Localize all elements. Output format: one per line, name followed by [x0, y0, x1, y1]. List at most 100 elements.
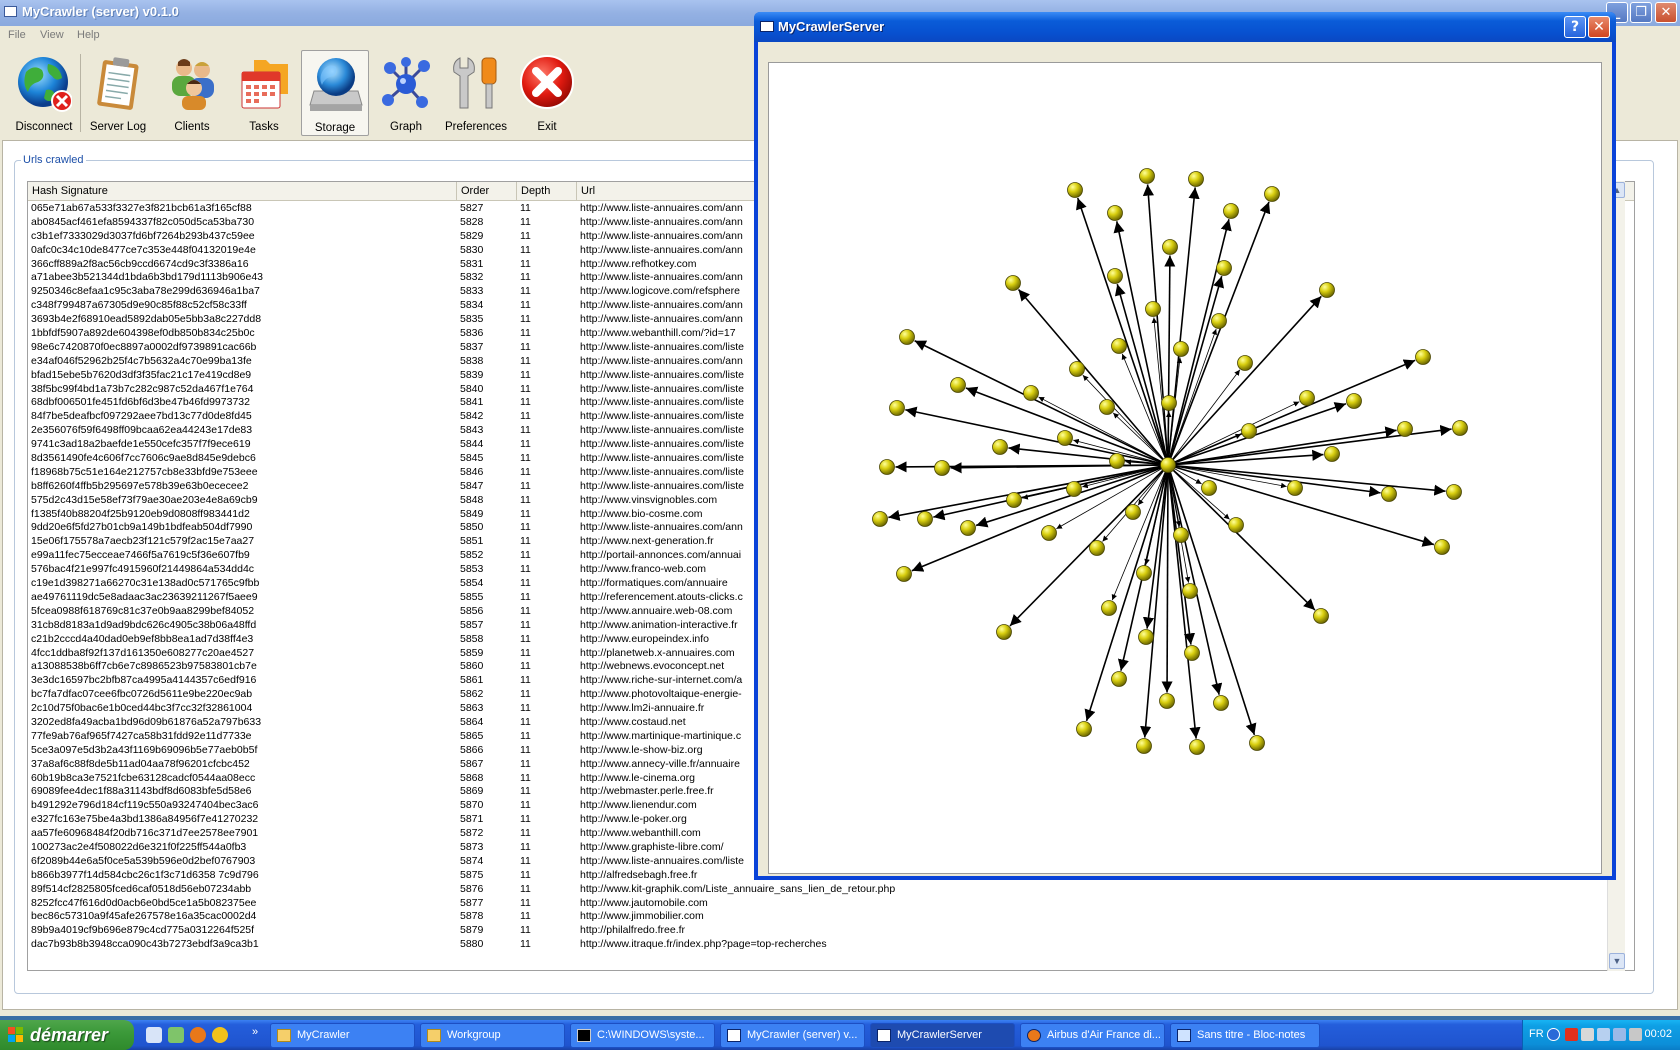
graph-node[interactable]: [1069, 361, 1085, 377]
graph-node[interactable]: [1397, 421, 1413, 437]
disconnect-button[interactable]: Disconnect: [10, 50, 78, 136]
storage-button[interactable]: Storage: [301, 50, 369, 136]
graph-node[interactable]: [1189, 739, 1205, 755]
graph-node[interactable]: [1249, 735, 1265, 751]
table-row[interactable]: dac7b93b8b3948cca090c43b7273ebdf3a9ca3b1…: [28, 938, 1608, 952]
graph-node[interactable]: [1434, 539, 1450, 555]
graph-node[interactable]: [1161, 395, 1177, 411]
graph-node[interactable]: [1125, 504, 1141, 520]
graph-node[interactable]: [1299, 390, 1315, 406]
graph-node[interactable]: [1138, 629, 1154, 645]
graph-node[interactable]: [1381, 486, 1397, 502]
graph-node[interactable]: [1066, 481, 1082, 497]
graph-node[interactable]: [1067, 182, 1083, 198]
server-log-button[interactable]: Server Log: [84, 50, 152, 136]
graph-node[interactable]: [1182, 583, 1198, 599]
column-header-depth[interactable]: Depth: [517, 182, 577, 201]
menu-view[interactable]: View: [40, 29, 64, 41]
graph-node[interactable]: [1237, 355, 1253, 371]
graph-node[interactable]: [1162, 239, 1178, 255]
graph-node[interactable]: [879, 459, 895, 475]
graph-canvas[interactable]: [768, 62, 1602, 874]
graph-node[interactable]: [1223, 203, 1239, 219]
graph-node[interactable]: [1452, 420, 1468, 436]
graph-node[interactable]: [896, 566, 912, 582]
column-header-order[interactable]: Order: [457, 182, 517, 201]
graph-node[interactable]: [1319, 282, 1335, 298]
graph-node[interactable]: [1111, 671, 1127, 687]
taskbar-button[interactable]: Workgroup: [420, 1023, 565, 1048]
taskbar-button[interactable]: MyCrawler (server) v...: [720, 1023, 865, 1048]
start-button[interactable]: démarrer: [0, 1020, 134, 1050]
graph-node[interactable]: [1211, 313, 1227, 329]
graph-node[interactable]: [1264, 186, 1280, 202]
menu-file[interactable]: File: [8, 29, 26, 41]
graph-node[interactable]: [1023, 385, 1039, 401]
graph-node[interactable]: [1324, 446, 1340, 462]
taskbar-button[interactable]: C:\WINDOWS\syste...: [570, 1023, 715, 1048]
graph-node[interactable]: [1107, 268, 1123, 284]
graph-node[interactable]: [1228, 517, 1244, 533]
table-row[interactable]: 89f514cf2825805fced6caf0518d56eb07234abb…: [28, 883, 1608, 897]
table-row[interactable]: 8252fcc47f616d0d0acb6e0bd5ce1a5b082375ee…: [28, 897, 1608, 911]
graph-node[interactable]: [996, 624, 1012, 640]
graph-node[interactable]: [1076, 721, 1092, 737]
graph-node[interactable]: [1111, 338, 1127, 354]
graph-node[interactable]: [950, 377, 966, 393]
firefox-quicklaunch-icon[interactable]: [190, 1027, 206, 1043]
graph-node[interactable]: [1213, 695, 1229, 711]
graph-node[interactable]: [1145, 301, 1161, 317]
graph-node[interactable]: [1188, 171, 1204, 187]
preferences-button[interactable]: Preferences: [442, 50, 510, 136]
restore-button[interactable]: ❐: [1630, 2, 1652, 23]
graph-node[interactable]: [889, 400, 905, 416]
graph-button[interactable]: Graph: [372, 50, 440, 136]
language-indicator[interactable]: FR: [1529, 1028, 1544, 1040]
network-icon[interactable]: [1581, 1028, 1594, 1041]
graph-node[interactable]: [1241, 423, 1257, 439]
graph-node[interactable]: [1201, 480, 1217, 496]
graph-node[interactable]: [872, 511, 888, 527]
graph-node[interactable]: [1173, 527, 1189, 543]
graph-node[interactable]: [1101, 600, 1117, 616]
graph-node[interactable]: [1041, 525, 1057, 541]
graph-node[interactable]: [1005, 275, 1021, 291]
dialog-close-button[interactable]: ✕: [1588, 16, 1610, 38]
graph-node[interactable]: [1099, 399, 1115, 415]
graph-node[interactable]: [1173, 341, 1189, 357]
graph-node[interactable]: [1415, 349, 1431, 365]
speaker-icon[interactable]: [1629, 1028, 1642, 1041]
graph-node[interactable]: [1287, 480, 1303, 496]
graph-node[interactable]: [1313, 608, 1329, 624]
antivirus-icon[interactable]: [1565, 1028, 1578, 1041]
graph-dialog-titlebar[interactable]: MyCrawlerServer ? ✕: [754, 12, 1616, 42]
taskbar-button[interactable]: Sans titre - Bloc-notes: [1170, 1023, 1320, 1048]
close-button[interactable]: ✕: [1655, 2, 1677, 23]
graph-node[interactable]: [1216, 260, 1232, 276]
volume-icon[interactable]: [1597, 1028, 1610, 1041]
clients-button[interactable]: Clients: [158, 50, 226, 136]
crawl-graph[interactable]: [769, 63, 1601, 873]
help-button[interactable]: ?: [1564, 16, 1586, 38]
column-header-hash[interactable]: Hash Signature: [28, 182, 457, 201]
tasks-button[interactable]: Tasks: [230, 50, 298, 136]
graph-node[interactable]: [1136, 738, 1152, 754]
taskbar-button[interactable]: Airbus d'Air France di...: [1020, 1023, 1165, 1048]
graph-node[interactable]: [1107, 205, 1123, 221]
safely-remove-icon[interactable]: [1613, 1028, 1626, 1041]
table-row[interactable]: 89b9a4019cf9b696e879c4cd775a0312264f525f…: [28, 924, 1608, 938]
taskbar-button[interactable]: MyCrawlerServer: [870, 1023, 1015, 1048]
menu-help[interactable]: Help: [77, 29, 100, 41]
graph-node[interactable]: [960, 520, 976, 536]
table-row[interactable]: bec86c57310a9f45afe267578e16a35cac0002d4…: [28, 910, 1608, 924]
graph-node[interactable]: [1057, 430, 1073, 446]
graph-node[interactable]: [934, 460, 950, 476]
graph-node[interactable]: [1006, 492, 1022, 508]
graph-node[interactable]: [899, 329, 915, 345]
graph-node[interactable]: [917, 511, 933, 527]
graph-node[interactable]: [1136, 565, 1152, 581]
show-desktop-icon[interactable]: [146, 1027, 162, 1043]
graph-node[interactable]: [1446, 484, 1462, 500]
messenger-icon[interactable]: [168, 1027, 184, 1043]
graph-node[interactable]: [1184, 645, 1200, 661]
